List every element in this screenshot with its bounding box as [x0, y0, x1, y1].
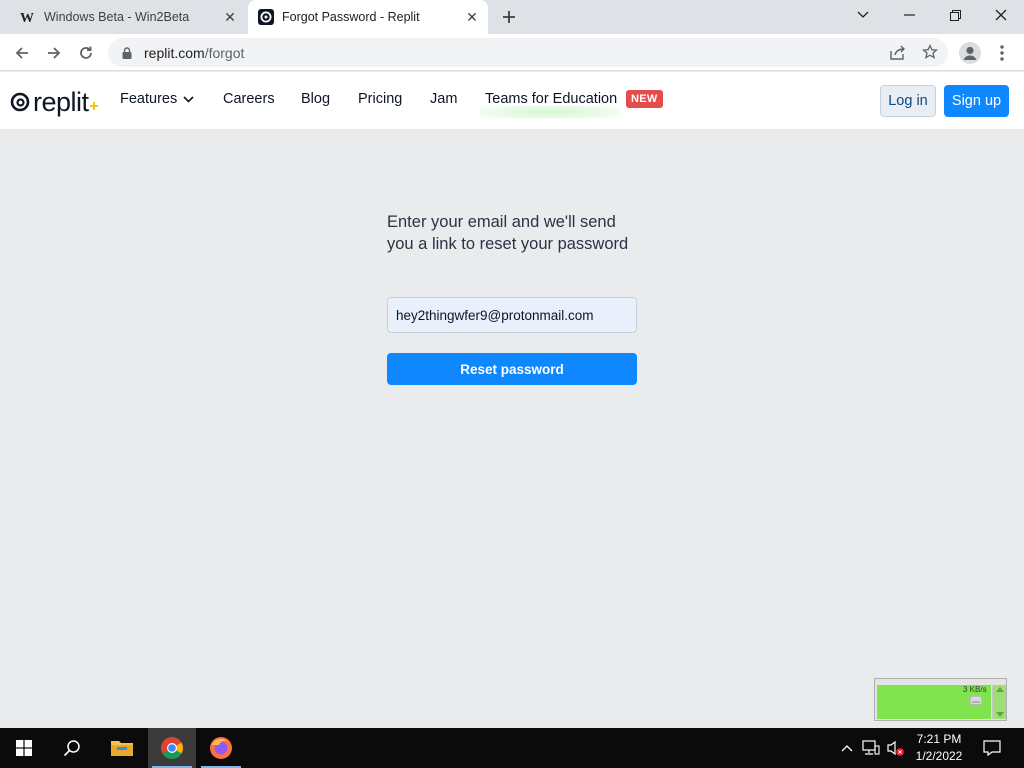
- firefox-icon: [210, 737, 232, 759]
- clock-time: 7:21 PM: [916, 732, 962, 746]
- teams-highlight: [480, 105, 620, 119]
- folder-icon: [111, 741, 133, 756]
- arrow-left-icon: [15, 47, 28, 59]
- reload-icon: [80, 46, 92, 59]
- tab-win2beta[interactable]: W Windows Beta - Win2Beta ✕: [8, 0, 246, 34]
- url-path: /forgot: [204, 44, 245, 61]
- show-hidden-icons-button[interactable]: [837, 738, 857, 758]
- windows-logo-icon: [16, 740, 32, 756]
- taskbar-firefox[interactable]: [197, 728, 245, 768]
- taskbar-file-explorer[interactable]: [98, 728, 146, 768]
- chevron-down-icon: [857, 11, 869, 18]
- address-bar[interactable]: replit.com/forgot: [108, 38, 948, 67]
- action-center-button[interactable]: [980, 736, 1004, 760]
- replit-logo[interactable]: replit: [10, 87, 98, 117]
- profile-button[interactable]: [957, 40, 983, 66]
- windows-taskbar: 7:21 PM 1/2/2022: [0, 728, 1024, 768]
- chevron-up-icon: [841, 745, 853, 752]
- arrow-right-icon: [48, 47, 61, 59]
- close-window-button[interactable]: [978, 0, 1024, 30]
- lock-icon: [120, 46, 134, 60]
- restore-button[interactable]: [932, 0, 978, 30]
- chevron-down-icon: [995, 712, 1004, 717]
- signup-button[interactable]: Sign up: [944, 85, 1009, 117]
- nav-features-label: Features: [120, 91, 178, 107]
- minimize-button[interactable]: [886, 0, 932, 30]
- reload-button[interactable]: [72, 39, 100, 67]
- meter-scrollbar[interactable]: [992, 685, 1006, 719]
- new-tab-button[interactable]: [498, 6, 520, 28]
- close-tab-icon[interactable]: ✕: [220, 7, 240, 27]
- nav-jam[interactable]: Jam: [430, 91, 457, 107]
- nav-pricing[interactable]: Pricing: [358, 91, 402, 107]
- spark-icon: [89, 102, 98, 110]
- meter-icon: [969, 695, 983, 705]
- nav-blog[interactable]: Blog: [301, 91, 330, 107]
- minimize-icon: [903, 14, 915, 16]
- close-icon: [995, 9, 1007, 21]
- more-vertical-icon: [1000, 45, 1004, 61]
- url-text: replit.com/forgot: [144, 45, 244, 61]
- share-button[interactable]: [884, 38, 912, 66]
- avatar-icon: [959, 42, 981, 64]
- share-icon: [890, 45, 905, 60]
- browser-toolbar: replit.com/forgot: [0, 34, 1024, 71]
- taskbar-chrome[interactable]: [148, 728, 196, 768]
- email-field[interactable]: [387, 297, 637, 333]
- search-icon: [63, 740, 80, 757]
- login-button[interactable]: Log in: [880, 85, 936, 117]
- clock-date: 1/2/2022: [915, 749, 963, 763]
- volume-tray-button[interactable]: [886, 738, 906, 758]
- bookmark-button[interactable]: [916, 38, 944, 66]
- chrome-icon: [161, 737, 183, 759]
- chevron-down-icon: [183, 95, 194, 103]
- chevron-up-icon: [995, 687, 1004, 692]
- new-badge: NEW: [626, 90, 663, 108]
- restore-icon: [949, 9, 961, 21]
- replit-icon: [258, 9, 274, 25]
- nav-features[interactable]: Features: [120, 91, 194, 107]
- browser-tab-strip: W Windows Beta - Win2Beta ✕ Forgot Passw…: [0, 0, 1024, 34]
- url-host: replit.com: [144, 44, 205, 61]
- nav-careers[interactable]: Careers: [223, 91, 275, 107]
- start-button[interactable]: [0, 728, 48, 768]
- logo-wordmark: replit: [33, 86, 89, 117]
- network-meter-widget: 3 KB/s: [874, 678, 1007, 721]
- svg-text:W: W: [20, 11, 34, 24]
- volume-muted-icon: [887, 740, 904, 756]
- notification-icon: [983, 740, 1001, 756]
- taskbar-clock[interactable]: 7:21 PM 1/2/2022: [908, 731, 970, 765]
- star-icon: [922, 44, 938, 59]
- plus-icon: [503, 11, 515, 23]
- tab-forgot-password[interactable]: Forgot Password - Replit ✕: [248, 0, 488, 34]
- win2beta-w-icon: W: [20, 9, 36, 25]
- browser-menu-button[interactable]: [990, 40, 1014, 66]
- close-tab-icon[interactable]: ✕: [462, 7, 482, 27]
- replit-logo-icon: [10, 92, 30, 112]
- reset-password-button[interactable]: Reset password: [387, 353, 637, 385]
- network-icon: [862, 740, 880, 755]
- form-heading: Enter your email and we'll send you a li…: [387, 213, 629, 253]
- tab-title: Windows Beta - Win2Beta: [44, 10, 190, 24]
- meter-rate: 3 KB/s: [963, 685, 987, 694]
- forward-button[interactable]: [40, 39, 68, 67]
- tab-title: Forgot Password - Replit: [282, 10, 420, 24]
- back-button[interactable]: [8, 39, 36, 67]
- network-tray-button[interactable]: [861, 738, 881, 758]
- tab-search-button[interactable]: [840, 0, 886, 30]
- site-header: replit Features Careers Blog Pricing Jam…: [0, 72, 1024, 130]
- taskbar-search-button[interactable]: [48, 728, 96, 768]
